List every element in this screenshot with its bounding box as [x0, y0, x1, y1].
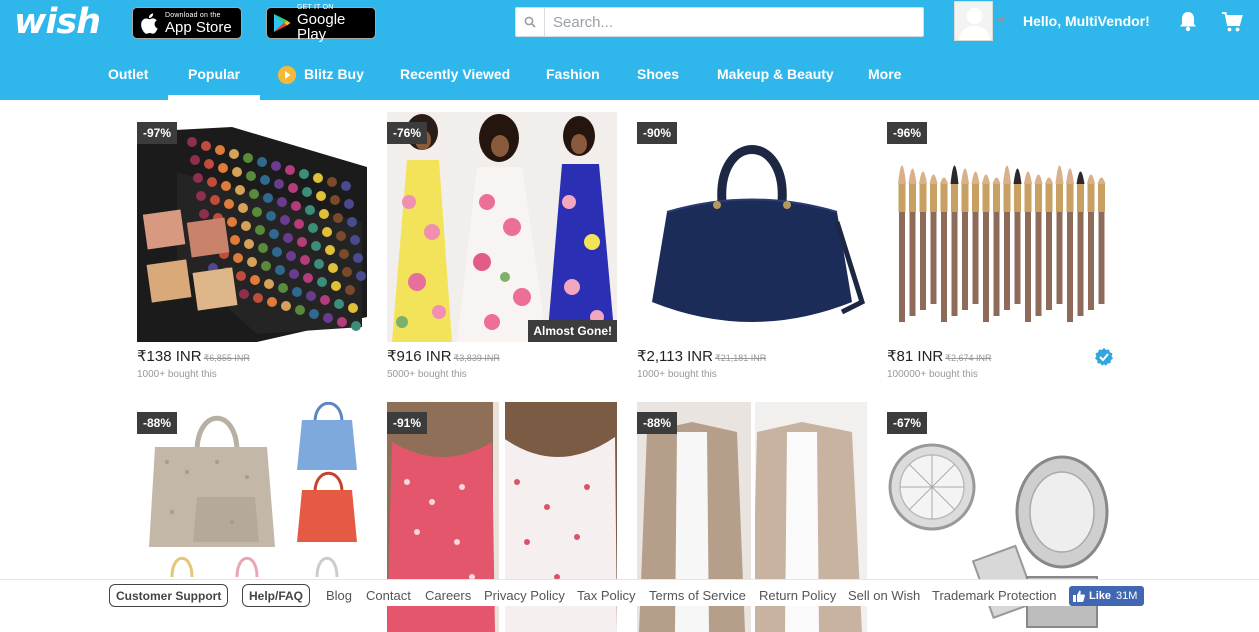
- footer-bar: Customer Support Help/FAQ Blog Contact C…: [0, 579, 1259, 607]
- product-card[interactable]: -96% ₹81 INR ₹2,674 INR 100000+ bought t…: [887, 112, 1117, 380]
- product-image-floral-dresses[interactable]: -76% Almost Gone!: [387, 112, 617, 342]
- tab-blitz-buy[interactable]: Blitz Buy: [278, 56, 364, 100]
- tab-popular[interactable]: Popular: [167, 56, 261, 100]
- google-play-badge[interactable]: GET IT ON Google Play: [266, 4, 376, 43]
- discount-badge: -76%: [387, 122, 428, 144]
- bought-count: 100000+ bought this: [887, 369, 978, 380]
- bought-count: 5000+ bought this: [387, 369, 467, 380]
- product-price: ₹81 INR: [887, 348, 944, 365]
- app-store-badge[interactable]: Download on the App Store: [132, 7, 242, 39]
- greeting[interactable]: Hello, MultiVendor!: [1023, 13, 1150, 29]
- tab-more[interactable]: More: [868, 56, 901, 100]
- avatar[interactable]: [954, 1, 993, 41]
- product-price: ₹2,113 INR: [637, 348, 713, 365]
- app-store-big-text: App Store: [165, 18, 232, 36]
- product-original-price: ₹6,855 INR: [203, 353, 250, 363]
- discount-badge: -97%: [137, 122, 178, 144]
- app-store-small-text: Download on the: [165, 11, 221, 19]
- facebook-like-label: Like: [1089, 590, 1112, 602]
- facebook-like-button[interactable]: Like 31M: [1069, 586, 1144, 606]
- wish-logo[interactable]: wish: [14, 2, 101, 42]
- thumbs-up-icon: [1073, 590, 1085, 602]
- footer-link-sell-on-wish[interactable]: Sell on Wish: [848, 588, 920, 603]
- product-image-makeup-brushes[interactable]: -96%: [887, 112, 1117, 342]
- footer-link-contact[interactable]: Contact: [366, 588, 411, 603]
- bell-icon[interactable]: [1178, 10, 1198, 32]
- category-nav: Outlet Popular Blitz Buy Recently Viewed…: [0, 56, 1259, 100]
- discount-badge: -88%: [637, 412, 678, 434]
- blitz-buy-icon: [278, 66, 296, 84]
- google-play-icon: [273, 12, 291, 34]
- facebook-like-count: 31M: [1116, 590, 1138, 602]
- customer-support-button[interactable]: Customer Support: [109, 584, 229, 607]
- top-header: wish Download on the App Store GET IT ON…: [0, 0, 1259, 100]
- product-original-price: ₹21,181 INR: [714, 353, 767, 363]
- cart-icon[interactable]: [1221, 11, 1243, 33]
- discount-badge: -67%: [887, 412, 928, 434]
- bought-count: 1000+ bought this: [137, 369, 217, 380]
- apple-icon: [139, 12, 159, 34]
- footer-link-privacy-policy[interactable]: Privacy Policy: [484, 588, 565, 603]
- product-price: ₹916 INR: [387, 348, 452, 365]
- tab-shoes[interactable]: Shoes: [637, 56, 679, 100]
- google-play-small-text: GET IT ON: [297, 4, 334, 11]
- discount-badge: -88%: [137, 412, 178, 434]
- product-card[interactable]: -97% ₹138 INR ₹6,855 INR 1000+ bought th…: [137, 112, 367, 380]
- product-image-navy-handbag[interactable]: -90%: [637, 112, 867, 342]
- search-icon[interactable]: [516, 8, 545, 36]
- bought-count: 1000+ bought this: [637, 369, 717, 380]
- verified-check-icon: [1095, 348, 1113, 366]
- tab-fashion[interactable]: Fashion: [546, 56, 600, 100]
- tab-outlet[interactable]: Outlet: [108, 56, 148, 100]
- footer-link-blog[interactable]: Blog: [326, 588, 352, 603]
- discount-badge: -91%: [387, 412, 428, 434]
- discount-badge: -90%: [637, 122, 678, 144]
- tab-makeup-beauty[interactable]: Makeup & Beauty: [717, 56, 834, 100]
- help-faq-button[interactable]: Help/FAQ: [242, 584, 311, 607]
- product-card[interactable]: -90% ₹2,113 INR ₹21,181 INR 1000+ bought…: [637, 112, 867, 380]
- product-card[interactable]: -76% Almost Gone! ₹916 INR ₹3,839 INR 50…: [387, 112, 617, 380]
- footer-link-return-policy[interactable]: Return Policy: [759, 588, 836, 603]
- tab-blitz-buy-label: Blitz Buy: [304, 66, 364, 82]
- footer-link-tax-policy[interactable]: Tax Policy: [577, 588, 636, 603]
- search-bar: [515, 7, 924, 37]
- product-image-eyeshadow-palette[interactable]: -97%: [137, 112, 367, 342]
- google-play-big-text: Google Play: [297, 11, 346, 43]
- footer-link-careers[interactable]: Careers: [425, 588, 471, 603]
- product-price: ₹138 INR: [137, 348, 202, 365]
- chevron-down-icon[interactable]: [996, 17, 1006, 23]
- product-original-price: ₹2,674 INR: [945, 353, 992, 363]
- discount-badge: -96%: [887, 122, 928, 144]
- product-original-price: ₹3,839 INR: [453, 353, 500, 363]
- tab-recently-viewed[interactable]: Recently Viewed: [400, 56, 510, 100]
- search-input[interactable]: [545, 8, 923, 36]
- footer-link-terms-of-service[interactable]: Terms of Service: [649, 588, 746, 603]
- footer-link-trademark-protection[interactable]: Trademark Protection: [932, 588, 1057, 603]
- almost-gone-badge: Almost Gone!: [528, 320, 617, 342]
